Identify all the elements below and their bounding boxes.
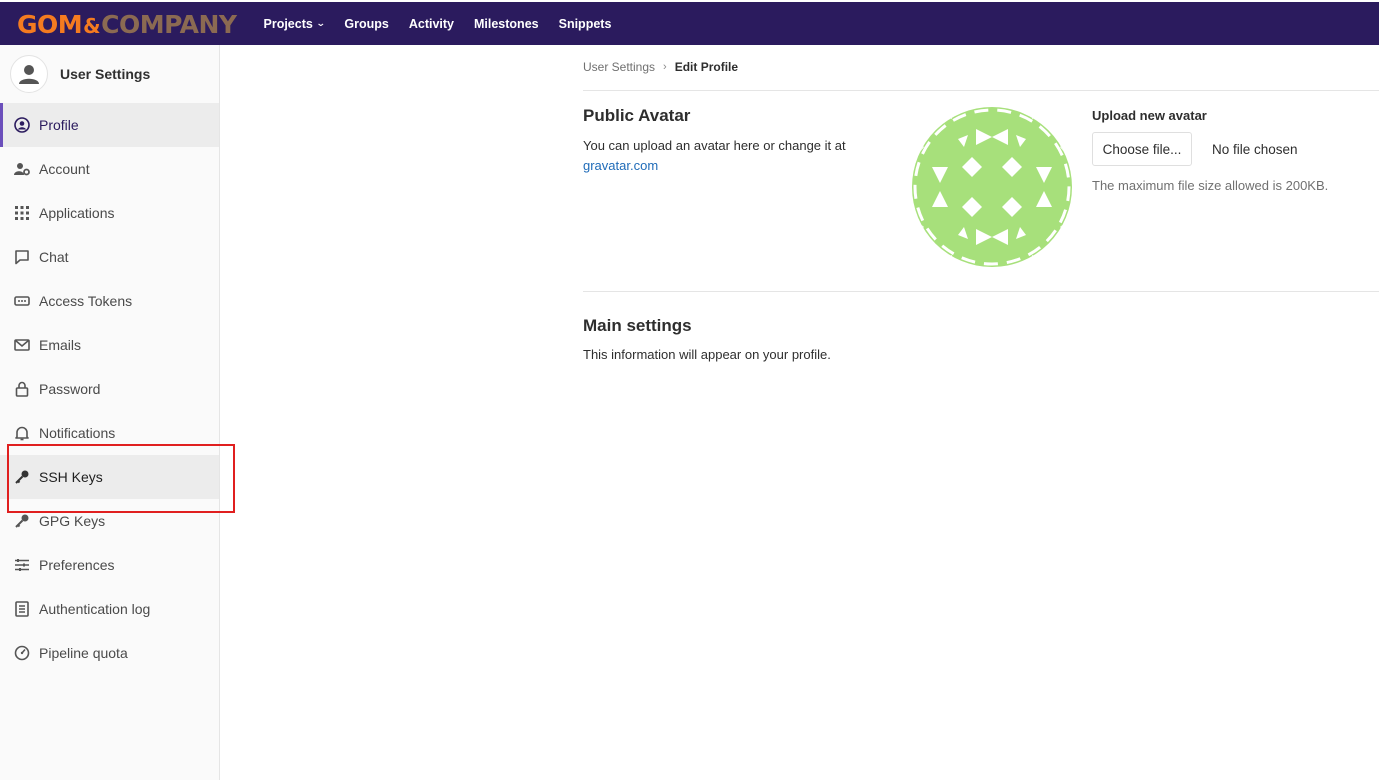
nav-projects-label: Projects [263,16,313,31]
chevron-right-icon: › [663,61,667,73]
sidebar-item-label: Notifications [39,425,116,441]
nav-groups-label: Groups [344,16,389,31]
sidebar-item-label: GPG Keys [39,513,106,529]
public-avatar-description: You can upload an avatar here or change … [583,136,883,176]
logo-text-gom: GOM [17,9,83,39]
nav-activity-label: Activity [408,16,454,31]
sidebar-item-gpg-keys[interactable]: GPG Keys [0,499,219,543]
preferences-icon [14,557,30,573]
sidebar-item-access-tokens[interactable]: Access Tokens [0,279,219,323]
key-icon [14,513,30,529]
nav-snippets-label: Snippets [558,16,612,31]
sidebar-item-label: Access Tokens [39,293,133,309]
nav-groups[interactable]: Groups [344,17,388,31]
public-avatar-heading: Public Avatar [583,106,691,125]
sidebar-item-notifications[interactable]: Notifications [0,411,219,455]
sidebar-item-label: Account [39,161,90,177]
sidebar-item-profile[interactable]: Profile [0,103,219,147]
nav-activity[interactable]: Activity [409,17,454,31]
nav-snippets[interactable]: Snippets [559,17,612,31]
nav-milestones-label: Milestones [474,16,539,31]
breadcrumb: User Settings › Edit Profile [583,60,738,74]
sidebar-item-label: Pipeline quota [39,645,128,661]
main-settings-description: This information will appear on your pro… [583,347,831,362]
log-icon [14,601,30,617]
sidebar-item-label: Applications [39,205,115,221]
gravatar-link[interactable]: gravatar.com [583,158,658,173]
breadcrumb-parent-link[interactable]: User Settings [583,60,655,74]
sidebar-item-preferences[interactable]: Preferences [0,543,219,587]
account-icon [14,161,30,177]
applications-icon [14,205,30,221]
main-settings-heading: Main settings [583,316,692,335]
sidebar-item-chat[interactable]: Chat [0,235,219,279]
sidebar-item-ssh-keys[interactable]: SSH Keys [0,455,219,499]
key-icon [14,469,30,485]
logo-text-company: COMPANY [101,9,237,39]
sidebar-item-authentication-log[interactable]: Authentication log [0,587,219,631]
sidebar-item-pipeline-quota[interactable]: Pipeline quota [0,631,219,675]
sidebar-title: User Settings [60,66,151,82]
sidebar-item-label: Preferences [39,557,115,573]
nav-milestones[interactable]: Milestones [474,17,539,31]
lock-icon [14,381,30,397]
avatar-description-text: You can upload an avatar here or change … [583,138,846,153]
choose-file-button[interactable]: Choose file... [1092,132,1192,166]
sidebar-header[interactable]: User Settings [0,45,219,103]
bell-icon [14,425,30,441]
upload-avatar-label: Upload new avatar [1092,108,1207,123]
user-avatar [10,55,48,93]
divider [583,90,1379,91]
sidebar-item-label: Emails [39,337,82,353]
sidebar-item-label: Password [39,381,101,397]
profile-icon [14,117,30,133]
settings-sidebar: User Settings Profile Account Applicatio… [0,45,220,780]
brand-logo[interactable]: GOM & COMPANY [17,9,237,39]
nav-projects[interactable]: Projects ⌄ [263,16,326,31]
sidebar-item-label: Chat [39,249,69,265]
main-nav: Projects ⌄ Groups Activity Milestones Sn… [264,17,632,31]
file-status-text: No file chosen [1212,142,1298,157]
logo-ampersand: & [83,13,101,38]
user-icon [19,65,39,84]
chevron-down-icon: ⌄ [315,18,326,28]
token-icon [14,293,30,309]
quota-icon [14,645,30,661]
sidebar-item-applications[interactable]: Applications [0,191,219,235]
sidebar-item-password[interactable]: Password [0,367,219,411]
sidebar-item-account[interactable]: Account [0,147,219,191]
sidebar-item-label: SSH Keys [39,469,103,485]
chat-icon [14,249,30,265]
identicon-avatar [912,107,1072,267]
top-navbar: GOM & COMPANY Projects ⌄ Groups Activity… [0,2,1379,45]
mail-icon [14,337,30,353]
sidebar-item-label: Profile [39,117,79,133]
sidebar-item-emails[interactable]: Emails [0,323,219,367]
sidebar-item-label: Authentication log [39,601,151,617]
divider [583,291,1379,292]
avatar-size-help: The maximum file size allowed is 200KB. [1092,178,1329,193]
breadcrumb-current: Edit Profile [674,60,739,74]
